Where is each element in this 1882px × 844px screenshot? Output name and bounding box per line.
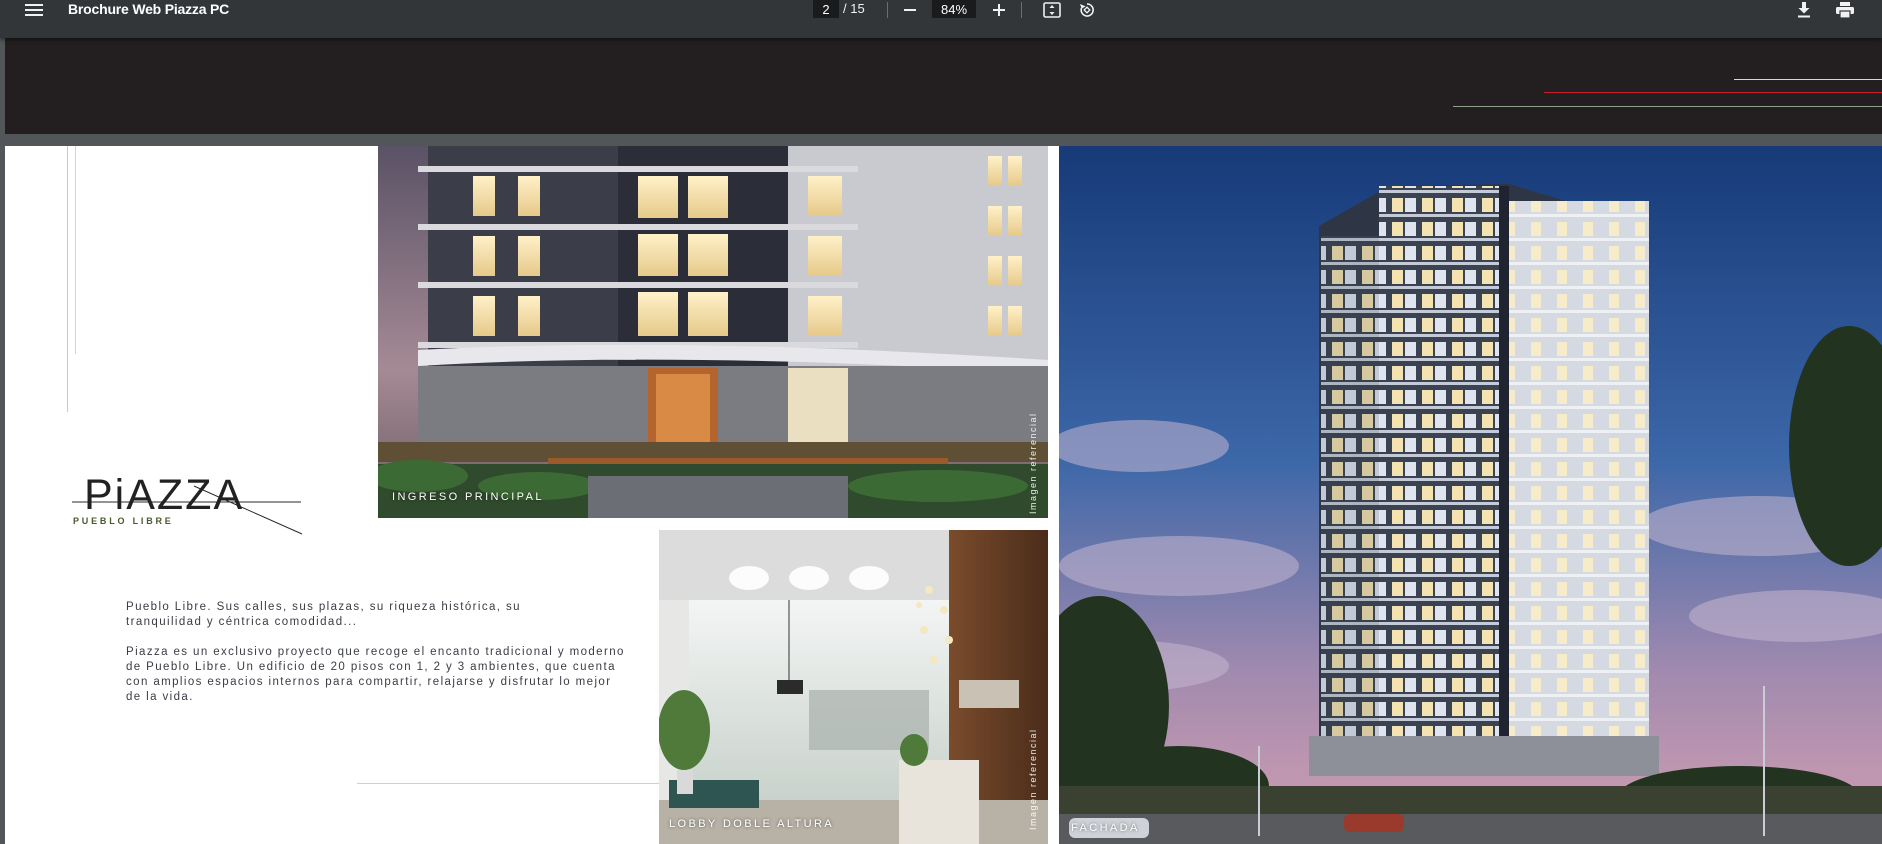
zoom-input[interactable] bbox=[932, 0, 976, 18]
decorative-line bbox=[1734, 79, 1882, 80]
decorative-line bbox=[67, 146, 68, 412]
decorative-line bbox=[357, 783, 663, 784]
brochure-spread: PiAZZA PUEBLO LIBRE Pueblo Libre. Sus ca… bbox=[5, 146, 1882, 844]
decorative-line bbox=[75, 146, 76, 354]
intro-paragraph: Pueblo Libre. Sus calles, sus plazas, su… bbox=[126, 601, 521, 628]
caption-facade: FACHADA bbox=[1071, 822, 1140, 834]
page-total: / 15 bbox=[843, 1, 865, 16]
reference-note: Imagen referencial bbox=[1028, 412, 1038, 514]
fit-page-icon bbox=[1043, 2, 1061, 18]
download-button[interactable] bbox=[1792, 0, 1816, 20]
photo-entrance: INGRESO PRINCIPAL Imagen referencial bbox=[378, 146, 1048, 518]
caption-lobby: LOBBY DOBLE ALTURA bbox=[669, 818, 835, 830]
logo-subtitle: PUEBLO LIBRE bbox=[73, 516, 174, 526]
rotate-icon bbox=[1080, 3, 1094, 17]
menu-button[interactable] bbox=[18, 0, 50, 20]
toolbar-divider bbox=[1021, 2, 1022, 18]
piazza-logo: PiAZZA PUEBLO LIBRE bbox=[66, 464, 306, 536]
page-gap bbox=[0, 134, 1882, 146]
lobby-illustration bbox=[659, 530, 1048, 844]
download-icon bbox=[1798, 2, 1810, 18]
document-title: Brochure Web Piazza PC bbox=[68, 1, 230, 17]
entrance-illustration bbox=[378, 146, 1048, 518]
decorative-line-red bbox=[1544, 92, 1882, 93]
pdf-toolbar: Brochure Web Piazza PC / 15 bbox=[0, 0, 1882, 38]
zoom-out-button[interactable] bbox=[898, 0, 922, 20]
zoom-in-button[interactable] bbox=[987, 0, 1011, 20]
fit-page-button[interactable] bbox=[1039, 0, 1065, 20]
caption-entrance: INGRESO PRINCIPAL bbox=[392, 491, 544, 503]
reference-note: Imagen referencial bbox=[1028, 728, 1038, 830]
toolbar-divider bbox=[887, 2, 888, 18]
logo-wordmark: PiAZZA bbox=[84, 471, 245, 519]
zoom-in-icon bbox=[993, 4, 1005, 16]
previous-page bbox=[5, 38, 1882, 134]
decorative-line bbox=[1453, 106, 1882, 107]
photo-facade: FACHADA bbox=[1059, 146, 1882, 844]
menu-icon bbox=[25, 4, 43, 16]
facade-illustration bbox=[1059, 146, 1882, 844]
zoom-out-icon bbox=[904, 9, 916, 11]
rotate-button[interactable] bbox=[1075, 0, 1099, 20]
body-paragraph: Piazza es un exclusivo proyecto que reco… bbox=[126, 646, 625, 703]
page-number-input[interactable] bbox=[813, 0, 839, 18]
photo-lobby: LOBBY DOBLE ALTURA Imagen referencial bbox=[659, 530, 1048, 844]
print-button[interactable] bbox=[1833, 0, 1857, 20]
print-icon bbox=[1836, 2, 1854, 18]
